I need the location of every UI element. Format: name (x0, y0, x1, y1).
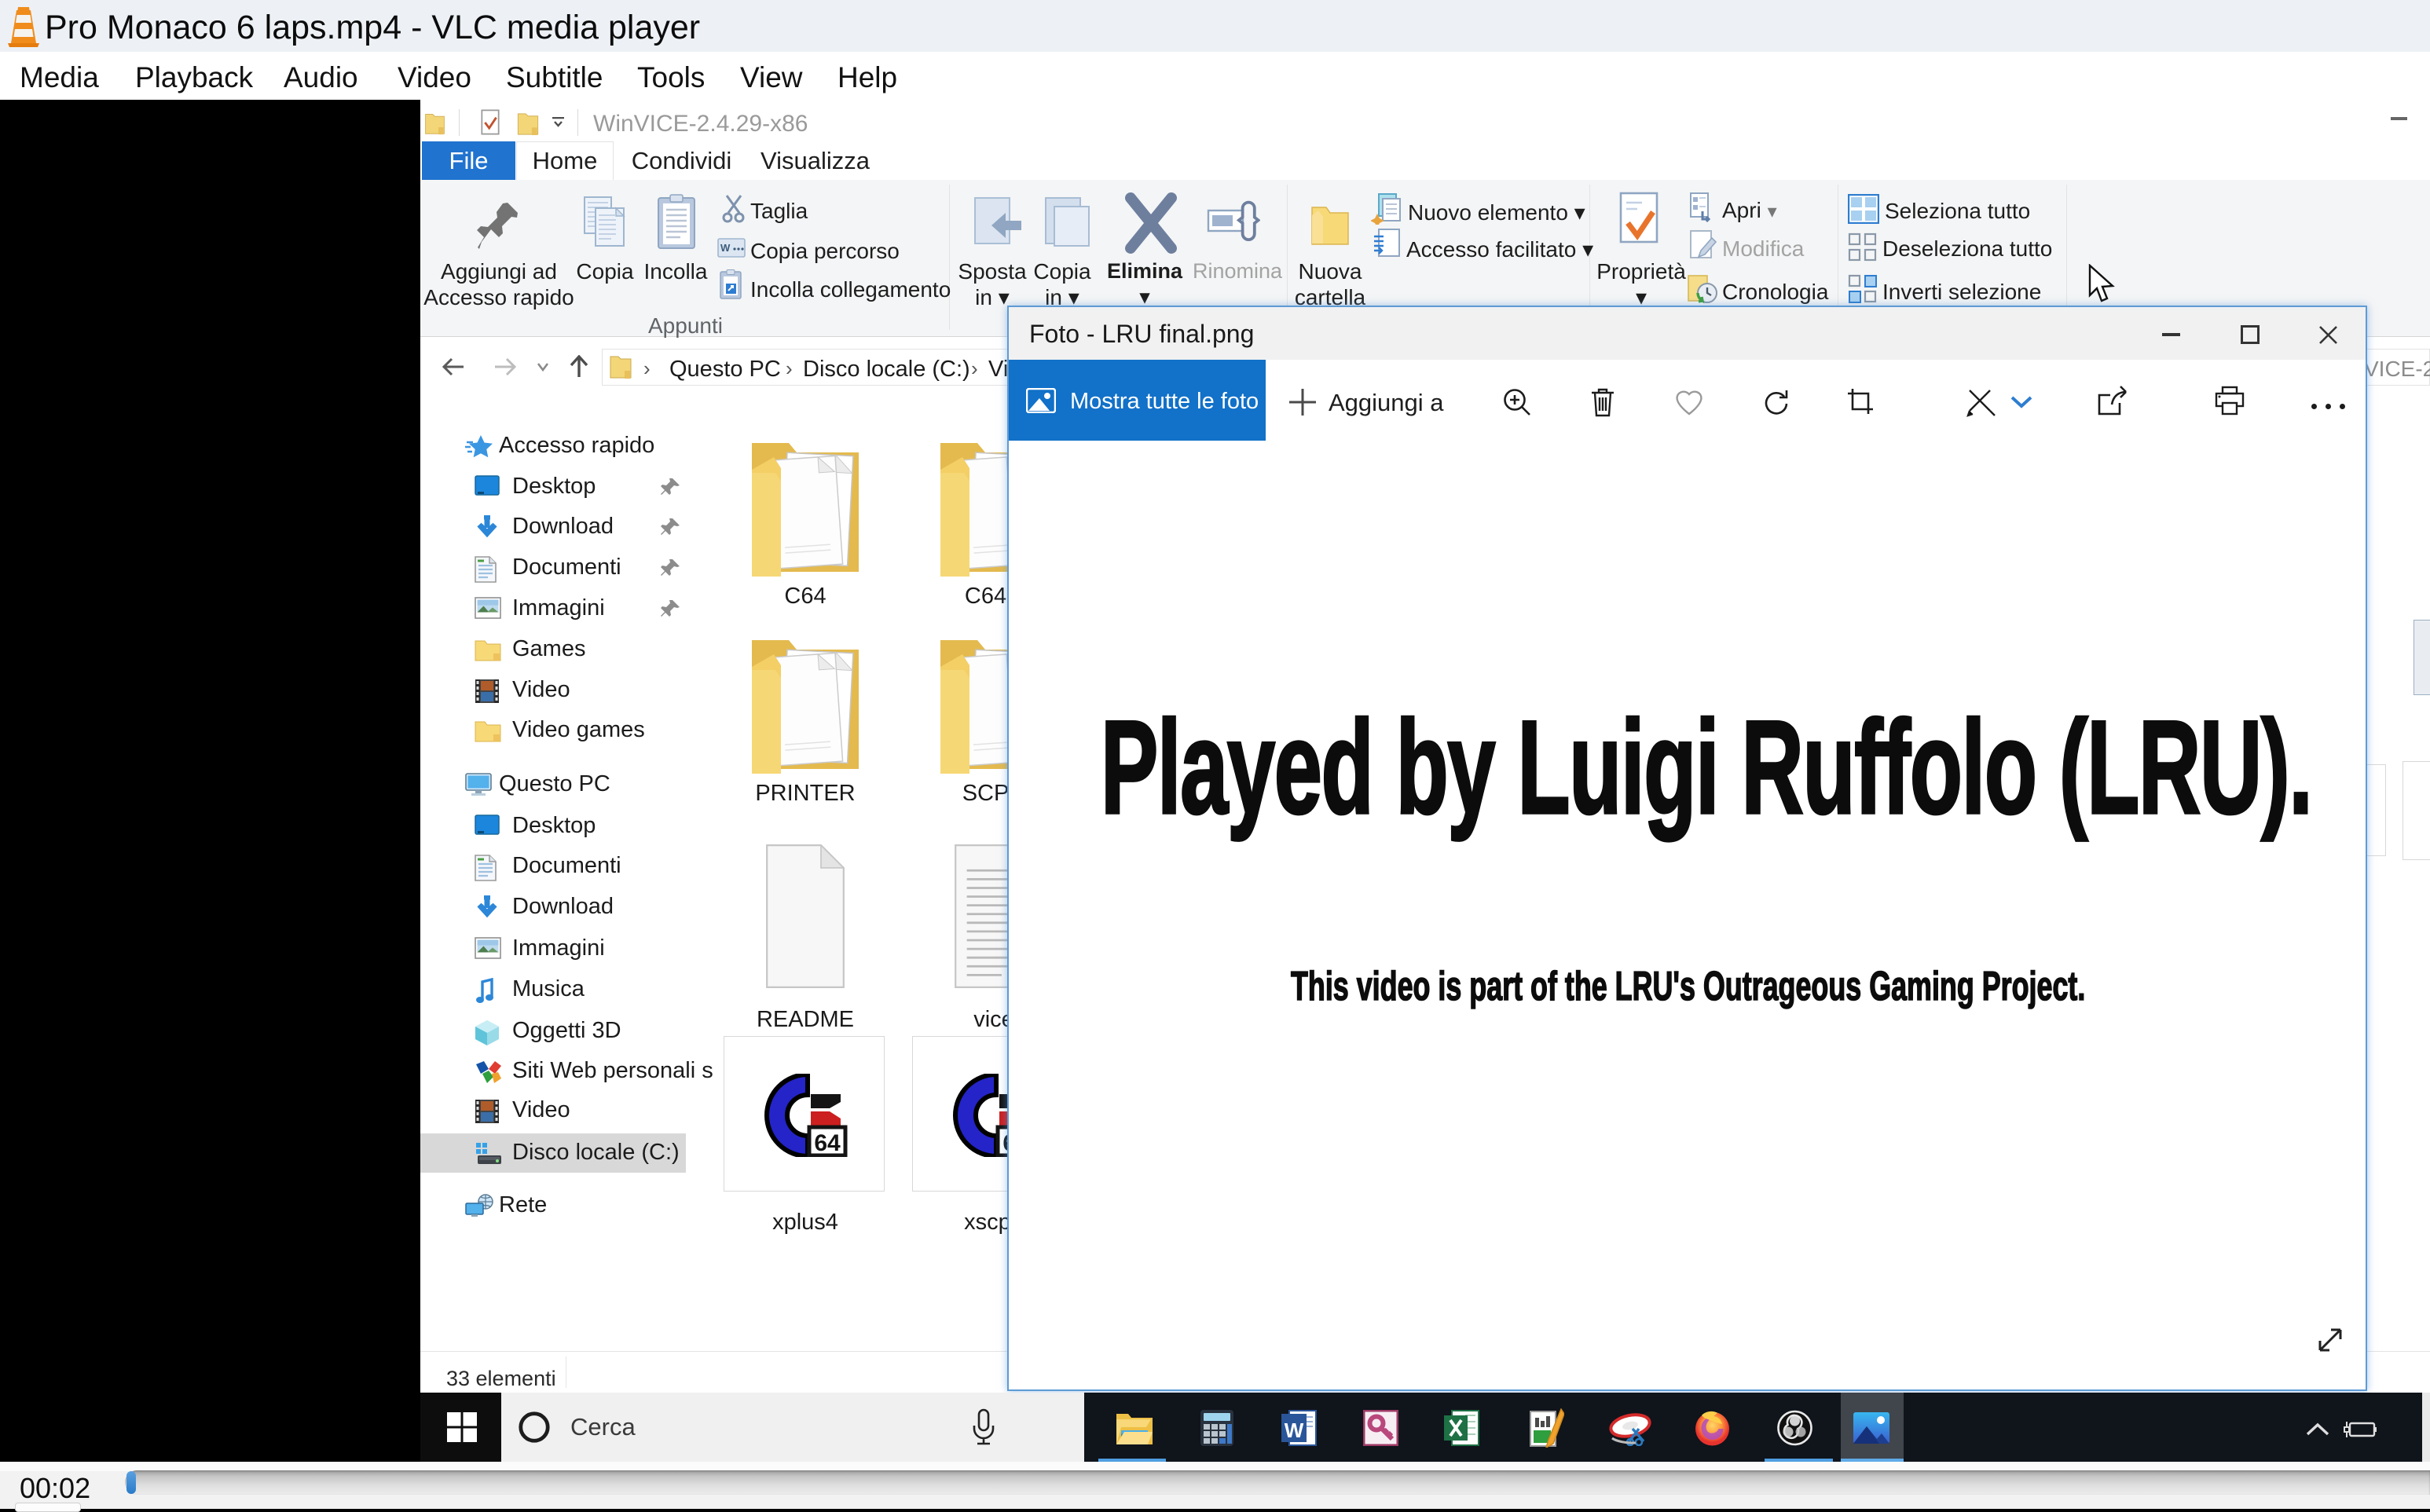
svg-text:W: W (1285, 1419, 1304, 1442)
svg-text:64: 64 (814, 1130, 841, 1156)
svg-text:W: W (720, 242, 731, 254)
